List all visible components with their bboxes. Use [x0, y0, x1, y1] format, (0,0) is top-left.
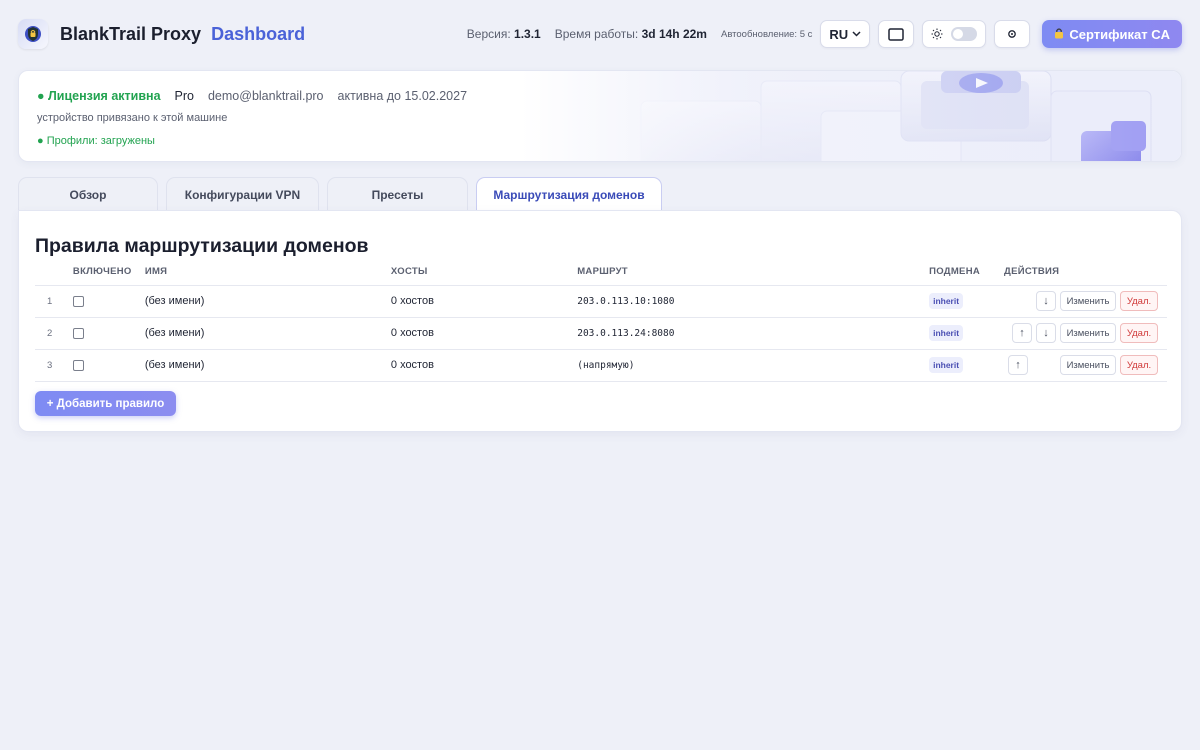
license-valid-until: активна до 15.02.2027 — [337, 89, 468, 103]
license-summary: ● Лицензия активна Pro demo@blanktrail.p… — [37, 89, 467, 103]
col-hosts: ХОСТЫ — [390, 259, 578, 286]
row-actions: ↓ Изменить Удал. — [1004, 291, 1167, 311]
header-controls: Версия: 1.3.1 Время работы: 3d 14h 22m А… — [453, 20, 1182, 48]
actions-cell: ↑ Изменить Удал. — [1004, 349, 1167, 382]
app-logo-icon — [18, 19, 48, 49]
table-row: 2 (без имени) 0 хостов 203.0.113.24:8080… — [35, 317, 1167, 350]
move-up-button[interactable]: ↑ — [1012, 323, 1032, 343]
row-index: 1 — [35, 285, 73, 318]
chevron-down-icon — [852, 31, 861, 37]
ca-button-label: Сертификат CA — [1069, 26, 1170, 42]
row-index: 2 — [35, 317, 73, 350]
version-label: Версия: — [466, 27, 511, 41]
tab-overview[interactable]: Обзор — [18, 177, 158, 211]
page-title: Правила маршрутизации доменов — [35, 235, 369, 257]
brand-subtitle: Dashboard — [211, 23, 306, 44]
license-plan: Pro — [174, 89, 194, 103]
spoof-cell: inherit — [929, 285, 1004, 318]
edit-button[interactable]: Изменить — [1060, 355, 1116, 375]
gear-icon — [1008, 30, 1017, 38]
col-route: МАРШРУТ — [577, 259, 930, 286]
enabled-cell — [72, 317, 145, 350]
delete-button[interactable]: Удал. — [1120, 323, 1158, 343]
move-up-button[interactable]: ↑ — [1008, 355, 1028, 375]
window-mode-button[interactable] — [878, 20, 915, 48]
row-actions: ↑ ↓ Изменить Удал. — [1004, 323, 1167, 343]
tab-vpn-configs[interactable]: Конфигурации VPN — [166, 177, 319, 211]
table-row: 3 (без имени) 0 хостов (напрямую) inheri… — [35, 349, 1167, 382]
rule-hosts: 0 хостов — [390, 349, 578, 382]
col-spoof: ПОДМЕНА — [929, 259, 1004, 286]
add-rule-button[interactable]: + Добавить правило — [35, 391, 176, 416]
enabled-checkbox[interactable] — [72, 359, 84, 371]
spoof-badge: inherit — [929, 325, 964, 341]
col-index — [35, 259, 73, 286]
brand-name: BlankTrail Proxy — [60, 23, 202, 44]
col-actions: ДЕЙСТВИЯ — [1004, 259, 1167, 286]
delete-button[interactable]: Удал. — [1120, 291, 1158, 311]
license-status: ● Лицензия активна — [37, 89, 161, 103]
top-bar: BlankTrail Proxy Dashboard Версия: 1.3.1… — [0, 0, 1200, 68]
spoof-cell: inherit — [929, 317, 1004, 350]
sun-icon — [931, 28, 943, 40]
move-down-button[interactable]: ↓ — [1036, 291, 1056, 311]
language-select[interactable]: RU — [820, 20, 871, 48]
rule-route: (напрямую) — [577, 349, 930, 382]
edit-button[interactable]: Изменить — [1060, 291, 1116, 311]
device-binding-note: устройство привязано к этой машине — [37, 112, 228, 124]
uptime-label: Время работы: — [554, 27, 639, 41]
license-card: ● Лицензия активна Pro demo@blanktrail.p… — [18, 70, 1182, 162]
move-down-button[interactable]: ↓ — [1036, 323, 1056, 343]
spoof-badge: inherit — [929, 293, 964, 309]
rule-name: (без имени) — [144, 285, 391, 318]
col-enabled: ВКЛЮЧЕНО — [72, 259, 145, 286]
actions-cell: ↑ ↓ Изменить Удал. — [1004, 317, 1167, 350]
row-index: 3 — [35, 349, 73, 382]
brand-block: BlankTrail Proxy Dashboard — [18, 19, 305, 49]
rules-table: ВКЛЮЧЕНО ИМЯ ХОСТЫ МАРШРУТ ПОДМЕНА ДЕЙСТ… — [35, 259, 1167, 382]
rule-name: (без имени) — [144, 317, 391, 350]
edit-button[interactable]: Изменить — [1060, 323, 1116, 343]
enabled-checkbox[interactable] — [72, 295, 84, 307]
uptime-info: Время работы: 3d 14h 22m — [555, 27, 707, 41]
spoof-badge: inherit — [929, 357, 964, 373]
version-info: Версия: 1.3.1 — [467, 27, 541, 41]
rule-hosts: 0 хостов — [390, 285, 578, 318]
theme-toggle[interactable] — [922, 20, 987, 48]
actions-cell: ↓ Изменить Удал. — [1004, 285, 1167, 318]
domain-routing-panel: Правила маршрутизации доменов ВКЛЮЧЕНО И… — [18, 210, 1182, 432]
main-tabs: Обзор Конфигурации VPN Пресеты Маршрутиз… — [18, 177, 670, 211]
rule-route: 203.0.113.10:1080 — [577, 285, 930, 318]
window-icon — [888, 27, 905, 41]
delete-button[interactable]: Удал. — [1120, 355, 1158, 375]
hero-illustration — [521, 71, 1181, 161]
col-name: ИМЯ — [144, 259, 391, 286]
row-actions: ↑ Изменить Удал. — [1004, 355, 1167, 375]
uptime-value: 3d 14h 22m — [641, 27, 707, 41]
enabled-cell — [72, 285, 145, 318]
table-header-row: ВКЛЮЧЕНО ИМЯ ХОСТЫ МАРШРУТ ПОДМЕНА ДЕЙСТ… — [35, 259, 1167, 286]
theme-switch[interactable] — [951, 27, 978, 41]
tab-domain-routing[interactable]: Маршрутизация доменов — [476, 177, 662, 211]
rule-name: (без имени) — [144, 349, 391, 382]
tab-presets[interactable]: Пресеты — [327, 177, 468, 211]
license-email: demo@blanktrail.pro — [207, 89, 324, 103]
settings-button[interactable] — [994, 20, 1031, 48]
lock-icon — [1054, 27, 1064, 42]
ca-certificate-button[interactable]: Сертификат CA — [1042, 20, 1182, 48]
spoof-cell: inherit — [929, 349, 1004, 382]
profiles-status: ● Профили: загружены — [37, 135, 155, 147]
enabled-cell — [72, 349, 145, 382]
autorefresh-info: Автообновление: 5 с — [720, 28, 813, 40]
enabled-checkbox[interactable] — [72, 327, 84, 339]
rule-hosts: 0 хостов — [390, 317, 578, 350]
table-row: 1 (без имени) 0 хостов 203.0.113.10:1080… — [35, 285, 1167, 318]
rule-route: 203.0.113.24:8080 — [577, 317, 930, 350]
language-value: RU — [829, 26, 849, 42]
version-value: 1.3.1 — [514, 27, 541, 41]
